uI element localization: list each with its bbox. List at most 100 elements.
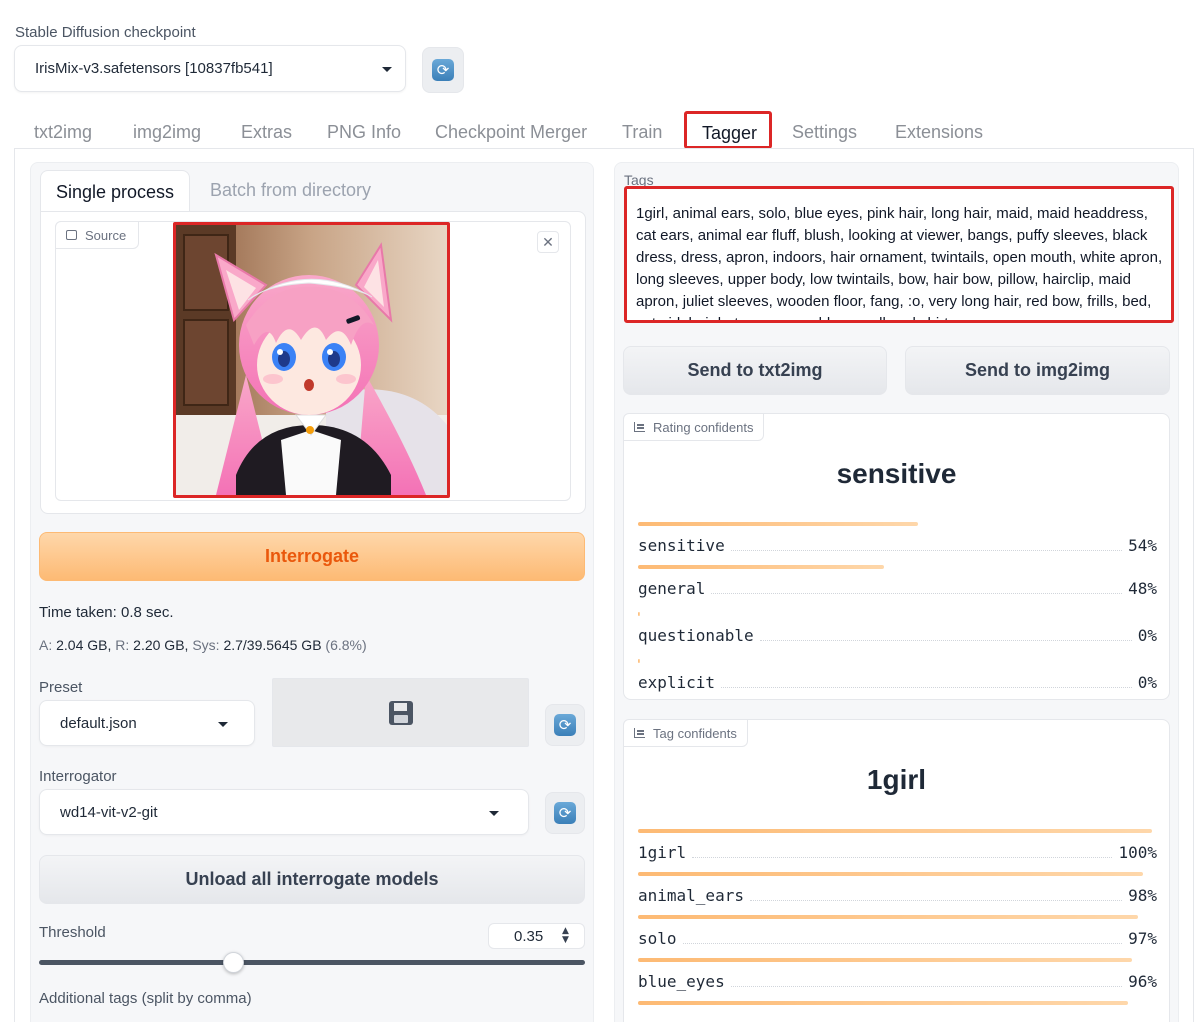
tag-name: animal_ears [638,886,744,905]
preset-dropdown[interactable]: default.json [39,700,255,746]
process-subtabs: Single process Batch from directory [40,170,586,213]
subtab-batch-from-directory[interactable]: Batch from directory [210,180,371,201]
preset-label: Preset [39,679,83,696]
tag-name: solo [638,929,677,948]
send-to-txt2img-button[interactable]: Send to txt2img [623,346,887,395]
checkpoint-dropdown[interactable]: IrisMix-v3.safetensors [10837fb541] [14,45,406,92]
refresh-icon: ⟳ [554,714,576,736]
tag-name: blue_eyes [638,972,725,991]
tab-settings[interactable]: Settings [792,122,857,143]
rating-pct: 0% [1137,626,1157,645]
tag-row-solo: solo 97% [638,929,1157,948]
tag-row-1girl: 1girl 100% [638,843,1157,862]
rating-pct: 54% [1128,536,1157,555]
time-taken: Time taken: 0.8 sec. [39,604,174,621]
interrogator-label: Interrogator [39,768,117,785]
save-icon [388,700,413,725]
checkpoint-refresh-button[interactable]: ⟳ [422,47,464,93]
chart-icon [634,728,645,738]
rating-top-label: sensitive [836,458,957,489]
subtab-single-process[interactable]: Single process [40,170,190,213]
rating-row-general: general 48% [638,579,1157,598]
tag-confidents-chip: Tag confidents [623,719,748,747]
refresh-icon: ⟳ [554,802,576,824]
checkpoint-label: Stable Diffusion checkpoint [15,24,196,41]
rating-rows: sensitive 54% general 48% questionable 0% e… [638,522,1157,692]
rating-confidents-label: Rating confidents [653,419,754,435]
tab-checkpoint-merger[interactable]: Checkpoint Merger [435,122,587,143]
tag-pct: 100% [1118,843,1157,862]
interrogate-button[interactable]: Interrogate [39,532,585,581]
rating-bar-sensitive [638,522,918,526]
save-preset-button[interactable] [272,678,529,747]
mem-sys-percent: (6.8%) [325,637,367,653]
rating-row-sensitive: sensitive 54% [638,536,1157,555]
unload-models-button[interactable]: Unload all interrogate models [39,855,585,904]
tags-output-textbox[interactable]: 1girl, animal ears, solo, blue eyes, pin… [624,186,1174,323]
rating-row-questionable: questionable 0% [638,626,1157,645]
mem-r-value: 2.20 GB, [133,637,189,653]
image-icon [66,230,77,240]
tab-train[interactable]: Train [622,122,662,143]
source-label-chip: Source [55,221,140,249]
tab-tagger-label: Tagger [702,123,758,143]
rating-name: questionable [638,626,754,645]
additional-tags-label: Additional tags (split by comma) [39,990,252,1007]
tags-output-text: 1girl, animal ears, solo, blue eyes, pin… [636,205,1163,320]
tag-rows: 1girl 100% animal_ears 98% solo 97% blue_ey… [638,829,1157,1005]
tab-tagger[interactable]: Tagger [684,111,772,149]
tab-extras[interactable]: Extras [241,122,292,143]
tag-confidents-label: Tag confidents [653,725,737,741]
tab-txt2img[interactable]: txt2img [34,122,92,143]
refresh-icon: ⟳ [432,59,454,81]
chevron-down-icon [489,811,499,816]
preset-value: default.json [60,715,137,732]
chevron-down-icon [218,722,228,727]
chart-icon [634,422,645,432]
mem-a-value: 2.04 GB, [56,637,112,653]
threshold-value: 0.35 [514,928,544,945]
threshold-input[interactable]: 0.35 ▲ ▼ [488,923,585,949]
tab-extensions[interactable]: Extensions [895,122,983,143]
interrogator-dropdown[interactable]: wd14-vit-v2-git [39,789,529,835]
rating-name: explicit [638,673,716,692]
tag-bar-solo [638,915,1138,919]
tab-img2img[interactable]: img2img [133,122,201,143]
mem-sys-value: 2.7/39.5645 GB [223,637,322,653]
threshold-label: Threshold [39,924,106,941]
close-icon[interactable]: ✕ [537,231,559,253]
maid-illustration [176,225,447,495]
tag-pct: 98% [1128,886,1157,905]
tag-bar-1girl [638,829,1152,833]
tag-bar-blue-eyes [638,958,1132,962]
rating-name: sensitive [638,536,725,555]
tag-row-blue-eyes: blue_eyes 96% [638,972,1157,991]
send-to-img2img-button[interactable]: Send to img2img [905,346,1170,395]
rating-row-explicit: explicit 0% [638,673,1157,692]
mem-r-label: R: [115,637,130,653]
rating-bar-questionable [638,612,640,616]
tab-png-info[interactable]: PNG Info [327,122,401,143]
rating-bar-general [638,565,884,569]
mem-a-label: A: [39,637,53,653]
rating-pct: 48% [1128,579,1157,598]
chevron-down-icon [382,67,392,72]
threshold-slider-track[interactable] [39,960,585,965]
tag-pct: 97% [1128,929,1157,948]
tag-bar-animal-ears [638,872,1143,876]
preset-refresh-button[interactable]: ⟳ [545,704,585,746]
interrogator-value: wd14-vit-v2-git [60,804,158,821]
checkpoint-value: IrisMix-v3.safetensors [10837fb541] [35,60,273,77]
threshold-slider-handle[interactable] [223,952,244,973]
tag-bar-next [638,1001,1128,1005]
rating-confidents-chip: Rating confidents [623,413,765,441]
stepper-icon[interactable]: ▲ ▼ [562,927,569,945]
source-label: Source [85,227,127,243]
tag-pct: 96% [1128,972,1157,991]
mem-sys-label: Sys: [192,637,220,653]
rating-bar-explicit [638,659,640,663]
interrogator-refresh-button[interactable]: ⟳ [545,792,585,834]
tag-top-label: 1girl [866,764,927,795]
tag-row-animal-ears: animal_ears 98% [638,886,1157,905]
rating-name: general [638,579,706,598]
